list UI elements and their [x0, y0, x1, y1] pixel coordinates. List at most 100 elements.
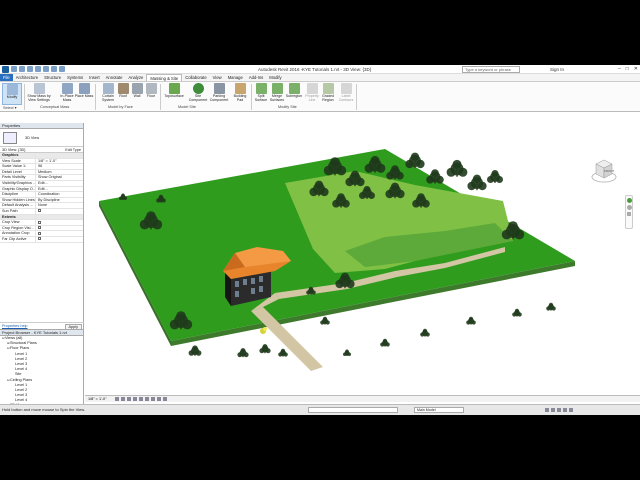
close-icon[interactable]: ✕ [634, 66, 638, 72]
tree-icon[interactable] [487, 170, 503, 183]
property-value[interactable]: Edit... [36, 181, 83, 186]
graded-region-button[interactable]: Graded Region [320, 83, 336, 105]
sun-path-icon[interactable] [127, 397, 131, 401]
shadows-icon[interactable] [133, 397, 137, 401]
detail-level-icon[interactable] [115, 397, 119, 401]
tree-icon[interactable] [512, 308, 522, 317]
tab-collaborate[interactable]: Collaborate [182, 74, 209, 81]
view-scale[interactable]: 1/8" = 1'-0" [88, 397, 107, 401]
temp-hide-icon[interactable] [163, 397, 167, 401]
tree-icon[interactable] [426, 169, 444, 184]
split-surface-button[interactable]: Split Surface [253, 83, 269, 105]
editable-only-icon[interactable] [545, 408, 549, 412]
tab-view[interactable]: View [210, 74, 225, 81]
tree-icon[interactable] [237, 348, 249, 358]
tree-icon[interactable] [466, 316, 476, 325]
show-mass-button[interactable]: Show Mass by View Settings [27, 83, 51, 105]
instance-filter[interactable]: 3D View: {3D} Edit Type [0, 147, 83, 153]
property-checkbox[interactable] [38, 231, 41, 235]
place-mass-button[interactable]: Place Mass [74, 83, 94, 105]
property-value[interactable]: By Discipline [36, 198, 83, 203]
revit-logo-icon[interactable] [2, 66, 9, 73]
tree-icon[interactable] [343, 349, 351, 357]
crop-view-icon[interactable] [145, 397, 149, 401]
tab-architecture[interactable]: Architecture [13, 74, 41, 81]
undo-icon[interactable] [27, 66, 33, 72]
property-checkbox[interactable] [38, 209, 41, 213]
tab-modify[interactable]: Modify [266, 74, 284, 81]
tree-icon[interactable] [467, 174, 487, 191]
default-3d-icon[interactable] [59, 66, 65, 72]
property-row[interactable]: Far Clip Active [0, 236, 83, 243]
property-checkbox[interactable] [38, 226, 41, 230]
viewcube[interactable]: FRONT [591, 158, 617, 184]
type-selector[interactable]: 3D View [0, 129, 83, 147]
site-component-button[interactable]: Site Component [188, 83, 208, 105]
visual-style-icon[interactable] [121, 397, 125, 401]
property-value[interactable]: 1/8" = 1'-0" [36, 159, 83, 164]
site-model-scene[interactable] [85, 121, 640, 395]
tab-structure[interactable]: Structure [41, 74, 64, 81]
property-value[interactable]: Edit... [36, 187, 83, 192]
filter-icon[interactable] [569, 408, 573, 412]
subregion-button[interactable]: Subregion [285, 83, 303, 105]
property-checkbox[interactable] [38, 237, 41, 241]
modify-button[interactable]: Modify [2, 83, 22, 105]
steering-wheel-icon[interactable] [626, 198, 632, 203]
tree-icon[interactable] [405, 152, 425, 169]
tree-icon[interactable] [546, 302, 556, 311]
tab-analyze[interactable]: Analyze [125, 74, 146, 81]
property-checkbox[interactable] [38, 220, 41, 224]
property-value[interactable] [36, 231, 83, 236]
property-value[interactable] [36, 237, 83, 242]
property-value[interactable]: Medium [36, 170, 83, 175]
tree-icon[interactable] [446, 159, 468, 177]
curtain-system-button[interactable]: Curtain System [98, 83, 118, 105]
wall-button[interactable]: Wall [130, 83, 144, 105]
property-value[interactable] [36, 209, 83, 214]
tab-annotate[interactable]: Annotate [103, 74, 126, 81]
select-pinned-icon[interactable] [563, 408, 567, 412]
select-underlay-icon[interactable] [557, 408, 561, 412]
floor-button[interactable]: Floor [144, 83, 158, 105]
property-line-button[interactable]: Property Line [304, 83, 320, 105]
3d-viewport[interactable]: FRONT [85, 121, 640, 395]
zoom-icon[interactable] [626, 205, 632, 210]
show-crop-icon[interactable] [151, 397, 155, 401]
minimize-icon[interactable]: – [618, 66, 621, 72]
property-value[interactable]: Show Original [36, 175, 83, 180]
roof-button[interactable]: Roof [116, 83, 130, 105]
render-icon[interactable] [139, 397, 143, 401]
search-input[interactable]: Type a keyword or phrase [462, 66, 520, 73]
tree-icon[interactable] [420, 328, 430, 337]
measure-icon[interactable] [51, 66, 57, 72]
save-icon[interactable] [19, 66, 25, 72]
tree-icon[interactable] [259, 344, 271, 354]
toposurface-button[interactable]: Toposurface [162, 83, 186, 105]
zoom-extents-icon[interactable] [627, 212, 631, 216]
lock-3d-icon[interactable] [157, 397, 161, 401]
tab-massing-site[interactable]: Massing & Site [146, 74, 183, 81]
tab-add-ins[interactable]: Add-Ins [246, 74, 266, 81]
workset-field[interactable] [308, 407, 398, 413]
tree-icon[interactable] [119, 193, 127, 201]
building-pad-button[interactable]: Building Pad [230, 83, 250, 105]
property-value[interactable] [36, 226, 83, 231]
tree-icon[interactable] [380, 338, 390, 347]
tree-icon[interactable] [188, 345, 202, 356]
label-contours-button[interactable]: Label Contours [338, 83, 354, 105]
tab-systems[interactable]: Systems [64, 74, 86, 81]
properties-help-link[interactable]: Properties help [2, 324, 28, 328]
merge-surfaces-button[interactable]: Merge Surfaces [269, 83, 285, 105]
select-links-icon[interactable] [551, 408, 555, 412]
redo-icon[interactable] [35, 66, 41, 72]
tab-manage[interactable]: Manage [225, 74, 246, 81]
property-value[interactable]: None [36, 203, 83, 208]
tree-icon[interactable] [320, 316, 330, 325]
tab-insert[interactable]: Insert [86, 74, 102, 81]
open-icon[interactable] [11, 66, 17, 72]
parking-component-button[interactable]: Parking Component [208, 83, 230, 105]
main-model-selector[interactable]: Main Model [414, 407, 464, 413]
maximize-icon[interactable]: □ [626, 66, 629, 72]
property-value[interactable] [36, 220, 83, 225]
